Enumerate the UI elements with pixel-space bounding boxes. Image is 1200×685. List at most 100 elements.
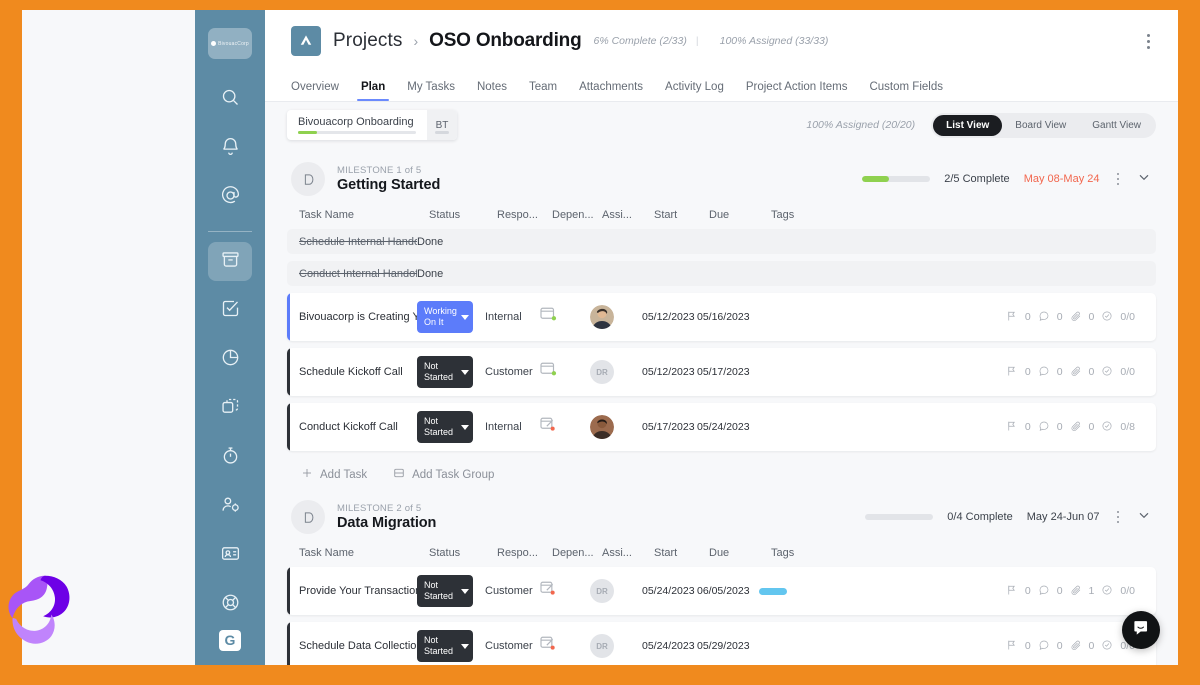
task-tags[interactable] [759,587,829,595]
table-row[interactable]: Schedule Internal Hando... Done [287,229,1156,254]
sidebar-item-reports[interactable] [208,340,252,379]
breadcrumb-root[interactable]: Projects [333,30,402,52]
tab-overview[interactable]: Overview [291,81,350,101]
dependency-blocked-icon[interactable] [540,417,590,437]
tab-notes[interactable]: Notes [466,81,518,101]
subtask-count: 0/0 [1120,585,1135,597]
flag-icon[interactable] [1006,310,1018,325]
view-gantt-button[interactable]: Gantt View [1079,115,1154,136]
intercom-launcher-button[interactable] [1122,611,1160,649]
pie-chart-icon [220,347,241,373]
avatar [590,305,614,329]
table-row[interactable]: Schedule Data Collectio... Not Started C… [287,622,1156,665]
status-dropdown[interactable]: Not Started [417,575,473,607]
subtask-check-icon[interactable] [1101,639,1113,654]
sidebar-item-projects[interactable] [208,242,252,282]
sidebar-item-mentions[interactable] [208,178,252,217]
table-row[interactable]: Conduct Kickoff Call Not Started Interna… [287,403,1156,451]
task-start-date: 05/17/2023 [642,421,695,433]
sidebar-item-templates[interactable] [208,389,252,428]
add-task-group-button[interactable]: Add Task Group [393,467,494,482]
milestone-header-1[interactable]: MILESTONE 1 of 5 Getting Started 2/5 Com… [287,148,1156,206]
chevron-down-icon [461,643,469,649]
attachment-icon[interactable] [1070,639,1082,654]
flag-icon[interactable] [1006,584,1018,599]
milestone-collapse-chevron-down-icon[interactable] [1136,507,1152,528]
flag-icon[interactable] [1006,420,1018,435]
sidebar-item-notifications[interactable] [208,129,252,168]
dependency-blocked-icon[interactable] [540,636,590,656]
tab-custom-fields[interactable]: Custom Fields [858,81,954,101]
sidebar-item-tasks[interactable] [208,291,252,330]
subtask-check-icon[interactable] [1101,584,1113,599]
dependency-blocked-icon[interactable] [540,581,590,601]
sidebar-item-help[interactable] [208,586,252,625]
attachment-icon[interactable] [1070,310,1082,325]
flag-icon[interactable] [1006,639,1018,654]
tab-activity-log[interactable]: Activity Log [654,81,735,101]
subtask-check-icon[interactable] [1101,310,1113,325]
copy-layers-icon [220,396,241,422]
chevron-down-icon [461,424,469,430]
task-assignee[interactable]: DR [590,360,642,384]
flag-count: 0 [1024,640,1031,652]
project-chip-badge[interactable]: BT [427,110,457,140]
status-dropdown[interactable]: Not Started [417,411,473,443]
comment-icon[interactable] [1038,584,1050,599]
status-dropdown[interactable]: Not Started [417,356,473,388]
status-dropdown[interactable]: Working On It [417,301,473,333]
project-chip[interactable]: Bivouacorp Onboarding BT [287,110,457,140]
task-status-text: Done [417,267,444,280]
status-label: Not Started [424,580,454,601]
task-assignee[interactable]: DR [590,634,642,658]
attachment-icon[interactable] [1070,584,1082,599]
dependency-unblocked-icon[interactable] [540,362,590,382]
task-status-cell: Not Started [417,630,485,662]
tab-team[interactable]: Team [518,81,568,101]
table-row[interactable]: Provide Your Transaction... Not Started … [287,567,1156,615]
table-row[interactable]: Schedule Kickoff Call Not Started Custom… [287,348,1156,396]
more-options-icon[interactable] [1141,28,1156,55]
view-list-button[interactable]: List View [933,114,1003,136]
milestone-more-options-icon[interactable] [1114,508,1123,527]
comment-icon[interactable] [1038,639,1050,654]
flag-count: 0 [1024,585,1031,597]
comment-icon[interactable] [1038,365,1050,380]
tab-attachments[interactable]: Attachments [568,81,654,101]
task-name: Schedule Data Collectio... [299,640,417,652]
g-logo-icon[interactable]: G [219,629,241,651]
sidebar-item-search[interactable] [208,80,252,119]
task-assignee[interactable] [590,305,642,329]
milestone-header-2[interactable]: MILESTONE 2 of 5 Data Migration 0/4 Comp… [287,486,1156,544]
task-assignee[interactable] [590,415,642,439]
sidebar-item-contacts[interactable] [208,536,252,575]
task-start-date: 05/24/2023 [642,585,695,597]
tab-my-tasks[interactable]: My Tasks [396,81,466,101]
milestone-collapse-chevron-down-icon[interactable] [1136,169,1152,190]
workspace-logo[interactable]: BivouacCorp [208,28,252,60]
subtask-check-icon[interactable] [1101,365,1113,380]
attachment-icon[interactable] [1070,365,1082,380]
sidebar-item-time-tracking[interactable] [208,438,252,477]
add-task-label: Add Task [320,468,368,481]
task-table-header-1: Task Name Status Respo... Depen... Assi.… [287,206,1156,229]
plan-scroll-area[interactable]: MILESTONE 1 of 5 Getting Started 2/5 Com… [265,148,1178,665]
table-row[interactable]: Conduct Internal Handoff... Done [287,261,1156,286]
column-tags: Tags [771,209,795,221]
comment-icon[interactable] [1038,420,1050,435]
table-row[interactable]: Bivouacorp is Creating Y... Working On I… [287,293,1156,341]
lifebuoy-icon [220,592,241,618]
tab-plan[interactable]: Plan [350,81,396,101]
status-dropdown[interactable]: Not Started [417,630,473,662]
task-assignee[interactable]: DR [590,579,642,603]
subtask-check-icon[interactable] [1101,420,1113,435]
milestone-more-options-icon[interactable] [1114,170,1123,189]
attachment-icon[interactable] [1070,420,1082,435]
sidebar-item-team-settings[interactable] [208,487,252,526]
tab-project-action-items[interactable]: Project Action Items [735,81,859,101]
view-board-button[interactable]: Board View [1002,115,1079,136]
flag-icon[interactable] [1006,365,1018,380]
comment-icon[interactable] [1038,310,1050,325]
dependency-unblocked-icon[interactable] [540,307,590,327]
add-task-button[interactable]: Add Task [301,467,367,482]
